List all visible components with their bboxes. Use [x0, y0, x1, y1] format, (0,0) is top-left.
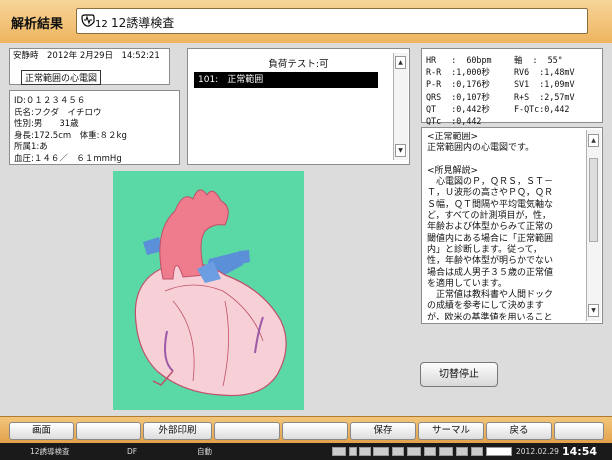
- load-test-scrollbar[interactable]: ▲ ▼: [393, 53, 408, 160]
- interpretation-badge: 正常範囲の心電図: [21, 70, 102, 85]
- analysis-result-screen: 解析結果 12 12誘導検査 安静時 2012年 2月29日 14:52:21 …: [0, 0, 612, 460]
- patient-sex-age: 性別:男 31歳: [14, 119, 79, 129]
- network-icon: [424, 447, 436, 456]
- thermal-print-button[interactable]: サーマル: [418, 422, 484, 440]
- status-time: 14:54: [562, 445, 598, 458]
- load-test-panel: 負荷テスト:可 101: 正常範囲 ▲ ▼: [187, 48, 410, 165]
- heart-diagram: [134, 189, 287, 397]
- scroll-up-icon[interactable]: ▲: [588, 134, 599, 147]
- heart-illustration: [113, 171, 304, 410]
- svg-text:12: 12: [95, 19, 108, 29]
- save-button[interactable]: 保存: [350, 422, 416, 440]
- ecg-12-lead-status-icon: [359, 447, 371, 456]
- load-test-list-item-selected[interactable]: 101: 正常範囲: [194, 72, 378, 88]
- pc-icon: [439, 447, 453, 456]
- patient-name: 氏名:フクダ イチロウ: [14, 107, 102, 118]
- switch-stop-button[interactable]: 切替停止: [420, 362, 498, 387]
- comment-text: <正常範囲> 正常範囲内の心電図です。 <所見解説> 心電図のＰ，ＱＲＳ，ＳＴ－…: [427, 132, 554, 320]
- scroll-thumb[interactable]: [589, 158, 598, 242]
- status-mode: DF: [127, 447, 138, 456]
- scroll-down-icon[interactable]: ▼: [588, 304, 599, 317]
- screen-button[interactable]: 画面: [9, 422, 74, 440]
- patient-affiliation: 所属1:あ: [14, 142, 48, 152]
- function-key-4-button[interactable]: [214, 422, 280, 440]
- test-name-field: 12 12誘導検査: [76, 8, 588, 34]
- patient-blood-pressure: 血圧:１４６／ ６１mmHg: [14, 153, 122, 164]
- load-test-title: 負荷テスト:可: [268, 59, 329, 70]
- status-auto: 自動: [197, 447, 212, 456]
- external-print-button[interactable]: 外部印刷: [143, 422, 212, 440]
- status-date: 2012.02.29: [516, 447, 559, 456]
- battery-icon: [332, 447, 346, 456]
- title-bar: 解析結果 12 12誘導検査: [0, 0, 612, 44]
- status-bar: 12誘導検査 DF 自動 2012.02.29 14:54: [0, 443, 612, 460]
- main-area: 安静時 2012年 2月29日 14:52:21 正常範囲の心電図 ID:０１２…: [0, 43, 612, 416]
- patient-info-panel: ID:０１２３４５６ 氏名:フクダ イチロウ 性別:男 31歳 身長:172.5…: [9, 90, 180, 165]
- measurements-left: HR : 60bpm R-R :1,000秒 P-R :0,176秒 QRS :…: [426, 55, 492, 127]
- ecg-12-lead-icon: 12: [81, 14, 108, 29]
- printer-icon: [407, 447, 421, 456]
- scroll-up-icon[interactable]: ▲: [395, 56, 406, 69]
- back-button[interactable]: 戻る: [486, 422, 552, 440]
- patient-id: ID:０１２３４５６: [14, 96, 86, 106]
- antenna-icon: [456, 447, 468, 456]
- function-key-5-button[interactable]: [282, 422, 348, 440]
- screen-title: 解析結果: [11, 17, 64, 32]
- measurements-right: 軸 : 55° RV6 :1,48mV SV1 :1,09mV R+S :2,5…: [514, 55, 575, 114]
- status-test-name: 12誘導検査: [30, 447, 70, 456]
- test-name-text: 12誘導検査: [111, 16, 175, 30]
- scroll-down-icon[interactable]: ▼: [395, 144, 406, 157]
- storage-icon: [392, 447, 404, 456]
- function-key-9-button[interactable]: [554, 422, 604, 440]
- patient-height-weight: 身長:172.5cm 体重:８２kg: [14, 130, 127, 141]
- display-icon: [486, 447, 512, 456]
- comment-scrollbar[interactable]: ▲ ▼: [586, 130, 601, 321]
- card-icon: [373, 447, 389, 456]
- measurements-panel: HR : 60bpm R-R :1,000秒 P-R :0,176秒 QRS :…: [421, 48, 603, 126]
- exam-datetime-panel: 安静時 2012年 2月29日 14:52:21 正常範囲の心電図: [9, 48, 170, 85]
- usb-icon: [471, 447, 483, 456]
- lock-icon: [349, 447, 357, 456]
- comment-panel: <正常範囲> 正常範囲内の心電図です。 <所見解説> 心電図のＰ，ＱＲＳ，ＳＴ－…: [421, 127, 603, 324]
- function-key-2-button[interactable]: [76, 422, 141, 440]
- exam-datetime: 安静時 2012年 2月29日 14:52:21: [13, 51, 160, 61]
- function-key-bar: 画面 外部印刷 保存 サーマル 戻る: [0, 416, 612, 444]
